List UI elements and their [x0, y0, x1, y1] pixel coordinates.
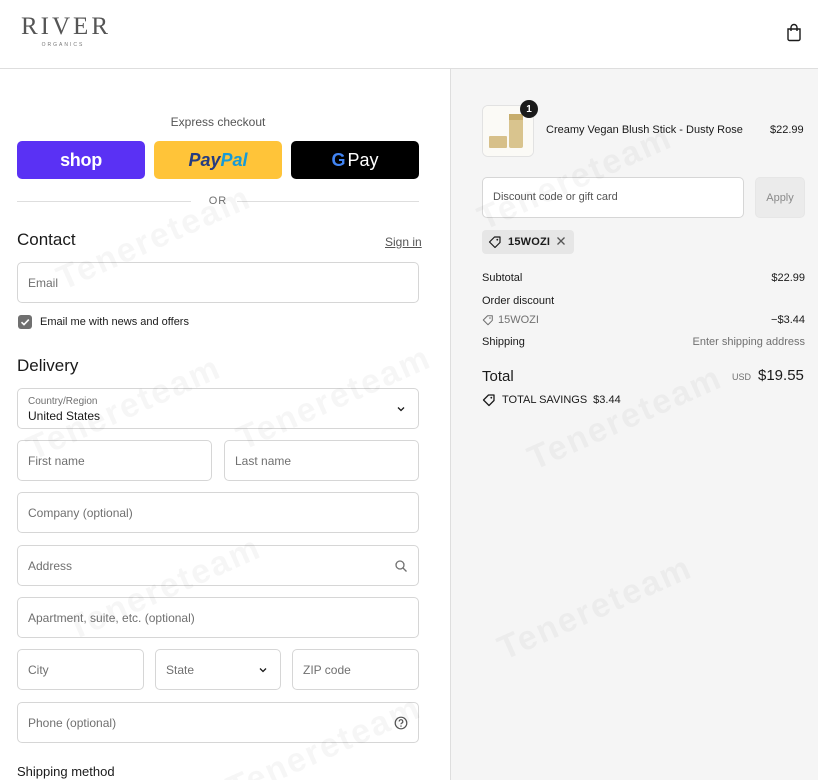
total-amount: $19.55: [758, 367, 804, 384]
divider-line: [237, 201, 419, 202]
paypal-button[interactable]: Pay Pal: [154, 141, 282, 179]
order-discount-value: −$3.44: [771, 314, 805, 326]
google-g-icon: G: [331, 149, 346, 170]
zip-placeholder: ZIP code: [303, 662, 351, 677]
logo-text: RIVER: [21, 13, 111, 40]
subtotal-row: Subtotal $22.99: [482, 272, 805, 284]
product-price: $22.99: [770, 124, 804, 136]
shopping-bag-icon[interactable]: [784, 22, 804, 42]
apply-discount-button[interactable]: Apply: [755, 177, 805, 218]
shop-pay-button[interactable]: shop: [17, 141, 145, 179]
tag-icon: [482, 315, 493, 326]
help-question-icon[interactable]: [394, 716, 408, 730]
discount-placeholder: Discount code or gift card: [493, 191, 618, 203]
applied-discount-tag: 15WOZI: [482, 230, 574, 254]
first-name-field[interactable]: First name: [17, 440, 212, 481]
watermark: Tenereteam: [522, 358, 728, 478]
total-savings-value: $3.44: [593, 394, 621, 406]
shop-pay-label: shop: [60, 149, 102, 170]
google-pay-label: Pay: [347, 149, 379, 170]
shipping-method-title: Shipping method: [17, 764, 115, 779]
chevron-down-icon: [397, 406, 405, 411]
tag-icon: [488, 236, 501, 249]
order-discount-label: Order discount: [482, 295, 555, 307]
total-savings-label: TOTAL SAVINGS: [502, 394, 588, 406]
email-placeholder: Email: [28, 275, 59, 290]
country-value: United States: [28, 409, 101, 423]
header: RIVER ORGANICS: [0, 0, 818, 69]
express-checkout-title: Express checkout: [170, 115, 266, 129]
checkout-form: Express checkout shop Pay Pal G Pay OR Con…: [0, 69, 450, 780]
subtotal-value: $22.99: [771, 272, 805, 284]
applied-code-text: 15WOZI: [508, 236, 551, 248]
apartment-placeholder: Apartment, suite, etc. (optional): [28, 610, 195, 625]
paypal-label-part2: Pal: [220, 149, 248, 170]
last-name-placeholder: Last name: [235, 453, 292, 468]
address-placeholder: Address: [28, 558, 73, 573]
zip-field[interactable]: ZIP code: [292, 649, 419, 690]
sign-in-link[interactable]: Sign in: [385, 235, 422, 249]
phone-field[interactable]: Phone (optional): [17, 702, 419, 743]
or-divider: OR: [17, 195, 419, 207]
shipping-label: Shipping: [482, 336, 525, 348]
shipping-row: Shipping Enter shipping address: [482, 336, 805, 348]
email-field[interactable]: Email: [17, 262, 419, 303]
order-discount-code: 15WOZI: [498, 314, 539, 326]
newsletter-label: Email me with news and offers: [40, 316, 189, 328]
company-field[interactable]: Company (optional): [17, 492, 419, 533]
order-discount-code-row: 15WOZI −$3.44: [482, 314, 805, 326]
city-placeholder: City: [28, 662, 49, 677]
contact-title: Contact: [17, 230, 76, 249]
quantity-badge: 1: [520, 100, 538, 118]
city-field[interactable]: City: [17, 649, 144, 690]
watermark: Tenereteam: [492, 548, 698, 668]
order-summary: 1 Creamy Vegan Blush Stick - Dusty Rose …: [450, 69, 818, 780]
search-icon: [395, 559, 407, 572]
state-placeholder: State: [166, 662, 195, 677]
google-pay-button[interactable]: G Pay: [291, 141, 419, 179]
total-label: Total: [482, 368, 514, 385]
last-name-field[interactable]: Last name: [224, 440, 419, 481]
company-placeholder: Company (optional): [28, 505, 133, 520]
tag-icon: [482, 394, 495, 407]
shipping-value: Enter shipping address: [692, 336, 805, 348]
logo-subtext: ORGANICS: [41, 42, 85, 48]
paypal-label-part1: Pay: [188, 149, 221, 170]
chevron-down-icon: [259, 667, 267, 672]
country-select[interactable]: Country/Region United States: [17, 388, 419, 429]
delivery-title: Delivery: [17, 356, 79, 375]
remove-discount-icon[interactable]: [555, 235, 567, 247]
phone-placeholder: Phone (optional): [28, 715, 117, 730]
country-label: Country/Region: [28, 396, 98, 407]
newsletter-checkbox[interactable]: [18, 315, 32, 329]
apartment-field[interactable]: Apartment, suite, etc. (optional): [17, 597, 419, 638]
product-name: Creamy Vegan Blush Stick - Dusty Rose: [546, 124, 743, 136]
state-select[interactable]: State: [155, 649, 281, 690]
logo[interactable]: RIVER ORGANICS: [21, 13, 111, 49]
address-field[interactable]: Address: [17, 545, 419, 586]
order-discount-row: Order discount: [482, 295, 805, 307]
discount-code-input[interactable]: Discount code or gift card: [482, 177, 744, 218]
checkmark-icon: [20, 319, 30, 326]
total-savings: TOTAL SAVINGS $3.44: [482, 393, 621, 407]
total-currency: USD: [732, 372, 752, 382]
subtotal-label: Subtotal: [482, 272, 523, 284]
first-name-placeholder: First name: [28, 453, 85, 468]
